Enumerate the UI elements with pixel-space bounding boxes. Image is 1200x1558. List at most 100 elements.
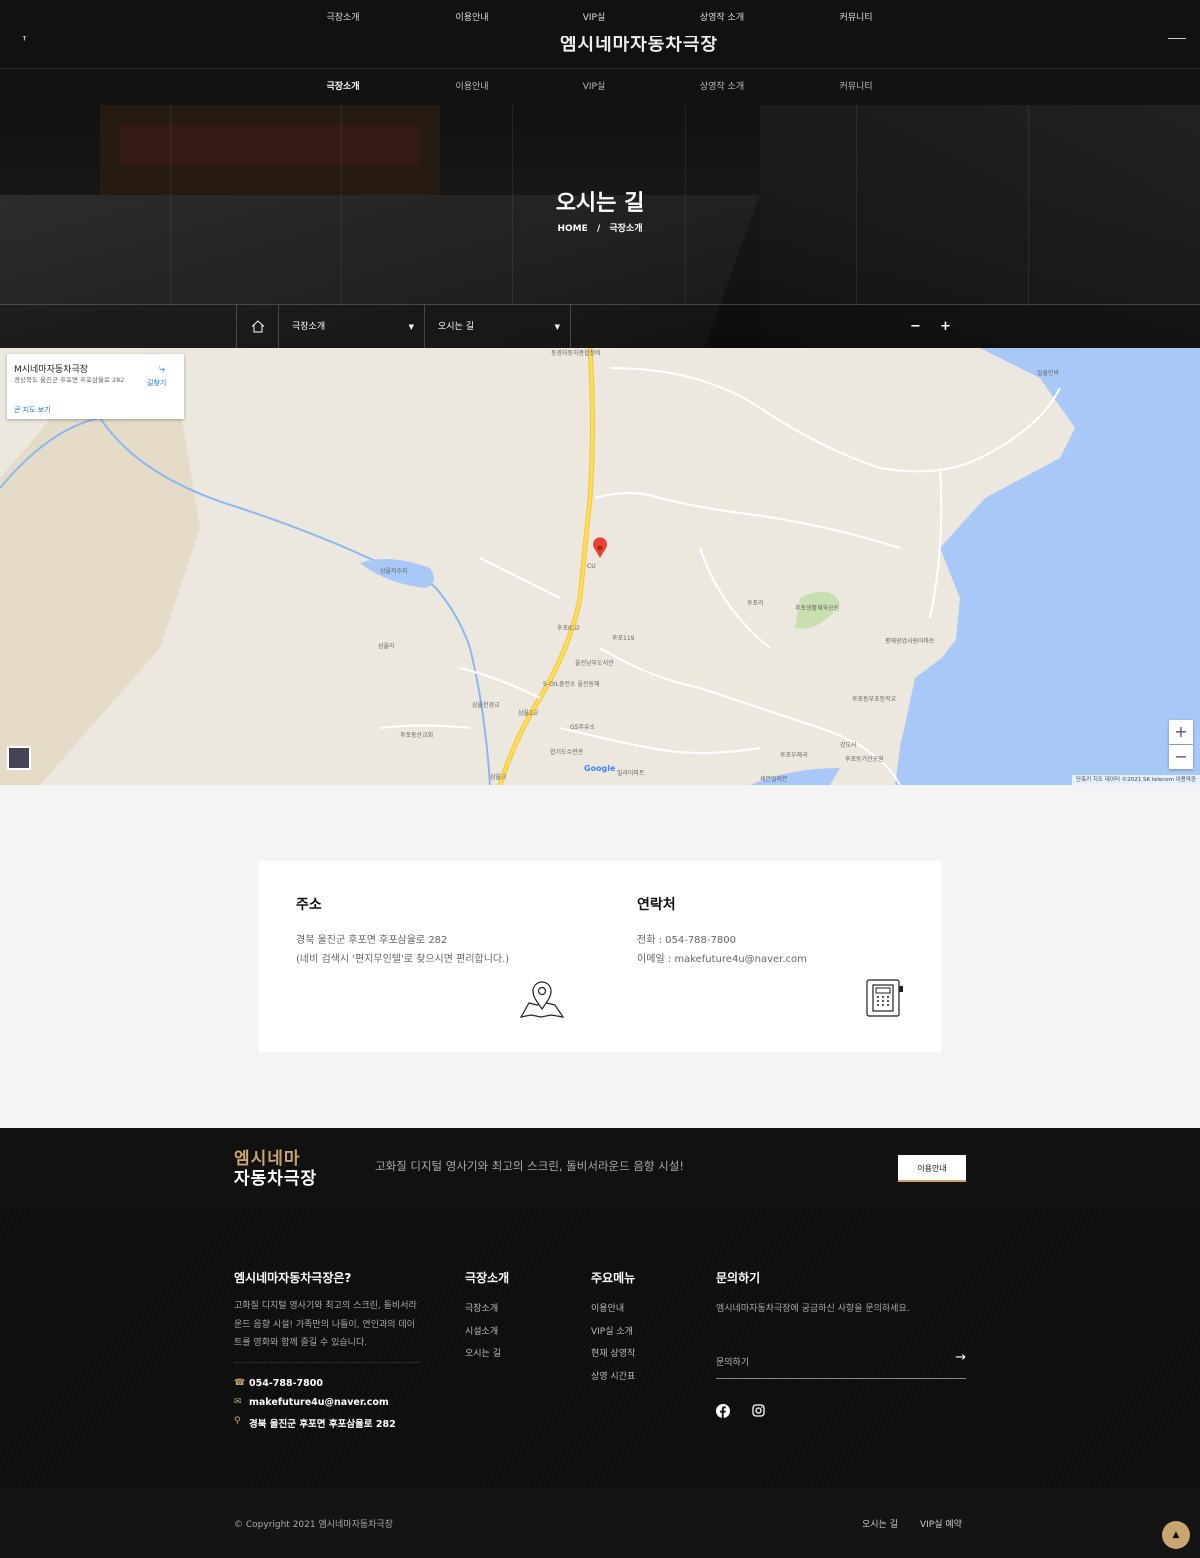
footer-phone[interactable]: 054-788-7800 bbox=[249, 1378, 323, 1389]
address-heading: 주소 bbox=[296, 897, 322, 913]
map-label: 후포리 bbox=[747, 600, 764, 607]
home-icon bbox=[251, 320, 264, 333]
map-attribution: 단축키 지도 데이터 ©2021 SK telecom 이용약관 bbox=[1071, 775, 1200, 785]
map-label: 삼율저수지 bbox=[380, 568, 408, 575]
hero-banner: 오시는 길 HOME / 극장소개 극장소개 ▼ 오시는 길 ▼ − + bbox=[0, 105, 1200, 348]
phone-icon: ☎ bbox=[234, 1378, 246, 1388]
chevron-down-icon: ▼ bbox=[408, 323, 414, 331]
map-pin-icon bbox=[519, 981, 565, 1018]
larger-map-link[interactable]: 큰 지도 보기 bbox=[14, 405, 51, 415]
contact-text: 전화 : 054-788-7800 이메일 : makefuture4u@nav… bbox=[637, 931, 807, 969]
footer-address: 경북 울진군 후포면 후포삼율로 282 bbox=[249, 1419, 396, 1430]
map-label: 합기도수련관 bbox=[550, 749, 584, 756]
footer-link[interactable]: VIP실 소개 bbox=[591, 1324, 633, 1337]
footer-link[interactable]: 상영 시간표 bbox=[591, 1369, 635, 1382]
site-footer: 엠시네마자동차극장은? 고화질 디지털 영사기와 최고의 스크린, 돌비서라운드… bbox=[0, 1208, 1200, 1488]
minus-button[interactable]: − bbox=[910, 305, 926, 348]
address-card: 주소 경북 울진군 후포면 후포삼율로 282 (네비 검색시 '편지무인텔'로… bbox=[259, 861, 600, 1052]
map-label: 후포우체국 bbox=[780, 752, 808, 759]
map-place-address: 경상북도 울진군 후포면 후포삼율로 282 bbox=[14, 376, 125, 384]
footer-link[interactable]: 오시는 길 bbox=[465, 1346, 501, 1359]
map-label: 울진남부도서관 bbox=[575, 660, 614, 667]
address-line: 경북 울진군 후포면 후포삼율로 282 bbox=[296, 935, 448, 946]
zoom-in-button[interactable]: + bbox=[1169, 720, 1193, 744]
directions-icon[interactable]: ⤷ bbox=[159, 362, 165, 376]
footer-theater-heading: 극장소개 bbox=[465, 1271, 510, 1285]
footer-email[interactable]: makefuture4u@naver.com bbox=[249, 1397, 389, 1408]
map-info-card: M시네마자동차극장 경상북도 울진군 후포면 후포삼율로 282 큰 지도 보기… bbox=[7, 354, 184, 419]
bottom-link-vip-reservation[interactable]: VIP실 예약 bbox=[920, 1517, 962, 1530]
home-button[interactable] bbox=[236, 305, 278, 348]
zoom-out-button[interactable]: − bbox=[1169, 745, 1193, 769]
directions-link[interactable]: 길찾기 bbox=[147, 378, 166, 388]
map-label: 삼율교 bbox=[490, 774, 507, 781]
map-place-title: M시네마자동차극장 bbox=[14, 365, 89, 375]
footer-link[interactable]: 시설소개 bbox=[465, 1324, 498, 1337]
map-label: 일출민박 bbox=[1037, 370, 1060, 377]
category-select[interactable]: 극장소개 ▼ bbox=[278, 305, 424, 348]
page-select-value: 오시는 길 bbox=[438, 322, 474, 332]
map-label: 후포등기산공원 bbox=[845, 756, 884, 763]
map-label: CU bbox=[587, 563, 596, 570]
page-select[interactable]: 오시는 길 ▼ bbox=[424, 305, 571, 348]
contact-email: 이메일 : makefuture4u@naver.com bbox=[637, 954, 807, 965]
topnav-item-community[interactable]: 커뮤니티 bbox=[806, 0, 906, 36]
usage-guide-button[interactable]: 이용안내 bbox=[898, 1155, 966, 1182]
footer-about-text: 고화질 디지털 영사기와 최고의 스크린, 돌비서라운드 음향 시설! 가족만의… bbox=[234, 1301, 417, 1348]
breadcrumb-separator: / bbox=[596, 224, 601, 234]
footer-about-heading: 엠시네마자동차극장은? bbox=[234, 1271, 352, 1285]
footer-inquiry-heading: 문의하기 bbox=[716, 1271, 761, 1285]
contact-heading: 연락처 bbox=[637, 897, 676, 913]
site-logo[interactable]: 엠시네마자동차극장 bbox=[560, 36, 718, 56]
site-header: ⚲ 엠시네마자동차극장 bbox=[0, 36, 1200, 68]
google-logo: Google bbox=[584, 764, 616, 773]
map-label: 후포IC교 bbox=[557, 625, 580, 632]
map-label: 후포동부초등학교 bbox=[852, 696, 897, 703]
map-label: 동경자동차종합정비 bbox=[551, 350, 601, 357]
breadcrumb-home[interactable]: HOME bbox=[558, 224, 588, 234]
mainnav-item-vip[interactable]: VIP실 bbox=[544, 69, 644, 106]
top-nav: 극장소개 이용안내 VIP실 상영작 소개 커뮤니티 bbox=[0, 0, 1200, 36]
cta-text: 고화질 디지털 영사기와 최고의 스크린, 돌비서라운드 음향 시설! bbox=[375, 1159, 684, 1173]
sub-nav-bar: 극장소개 ▼ 오시는 길 ▼ − + bbox=[0, 304, 1200, 348]
map-label: 삼율2교 bbox=[518, 710, 539, 717]
bottom-link-directions[interactable]: 오시는 길 bbox=[862, 1517, 898, 1530]
mainnav-item-community[interactable]: 커뮤니티 bbox=[806, 69, 906, 106]
contact-section: 주소 경북 울진군 후포면 후포삼율로 282 (네비 검색시 '편지무인텔'로… bbox=[0, 785, 1200, 1128]
scroll-to-top-button[interactable]: ▲ bbox=[1162, 1521, 1190, 1549]
footer-link[interactable]: 현재 상영작 bbox=[591, 1346, 635, 1359]
footer-link[interactable]: 극장소개 bbox=[465, 1301, 498, 1314]
hamburger-icon[interactable] bbox=[1168, 38, 1186, 39]
search-icon[interactable]: ⚲ bbox=[20, 36, 29, 42]
arrow-right-icon[interactable]: → bbox=[955, 1350, 966, 1365]
footer-logo-bottom: 자동차극장 bbox=[234, 1169, 318, 1189]
topnav-item-theater[interactable]: 극장소개 bbox=[293, 0, 393, 36]
breadcrumb-current[interactable]: 극장소개 bbox=[609, 224, 642, 234]
contact-phone: 전화 : 054-788-7800 bbox=[637, 935, 736, 946]
plus-button[interactable]: + bbox=[940, 305, 956, 348]
inquiry-input[interactable]: 문의하기 → bbox=[716, 1342, 966, 1379]
map-label: 후포119 bbox=[612, 635, 635, 642]
map-label: 삼율한경교 bbox=[472, 702, 500, 709]
address-text: 경북 울진군 후포면 후포삼율로 282 (네비 검색시 '편지무인텔'로 찾으… bbox=[296, 931, 509, 969]
chevron-down-icon: ▼ bbox=[554, 323, 560, 331]
topnav-item-guide[interactable]: 이용안내 bbox=[422, 0, 522, 36]
mainnav-item-theater[interactable]: 극장소개 bbox=[293, 69, 393, 106]
cta-band: 엠시네마 자동차극장 고화질 디지털 영사기와 최고의 스크린, 돌비서라운드 … bbox=[0, 1128, 1200, 1208]
map-label: 세븐일레븐 bbox=[760, 776, 788, 783]
location-icon: ⚲ bbox=[234, 1416, 241, 1426]
map-label: 후포생활체육공원 bbox=[795, 605, 840, 612]
category-select-value: 극장소개 bbox=[292, 322, 326, 332]
mainnav-item-guide[interactable]: 이용안내 bbox=[422, 69, 522, 106]
main-nav: 극장소개 이용안내 VIP실 상영작 소개 커뮤니티 bbox=[0, 68, 1200, 105]
satellite-toggle[interactable] bbox=[7, 746, 31, 770]
mainnav-item-movies[interactable]: 상영작 소개 bbox=[672, 69, 772, 106]
facebook-icon[interactable] bbox=[716, 1404, 730, 1418]
topnav-item-movies[interactable]: 상영작 소개 bbox=[672, 0, 772, 36]
footer-link[interactable]: 이용안내 bbox=[591, 1301, 624, 1314]
email-icon: ✉ bbox=[234, 1397, 242, 1407]
instagram-icon[interactable] bbox=[752, 1404, 765, 1417]
google-map[interactable]: 동경자동차종합정비 삼율저수지 CU 후포IC교 후포119 울진남부도서관 S… bbox=[0, 348, 1200, 785]
footer-divider bbox=[234, 1362, 420, 1363]
topnav-item-vip[interactable]: VIP실 bbox=[544, 0, 644, 36]
